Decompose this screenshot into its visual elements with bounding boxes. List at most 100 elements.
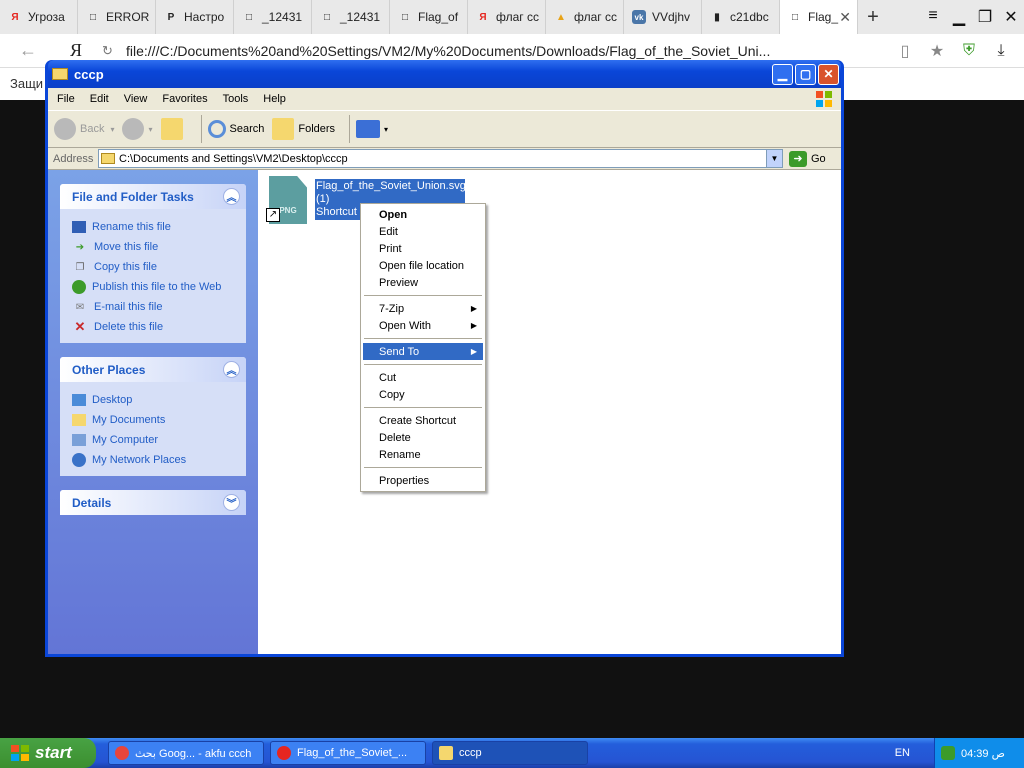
restore-icon[interactable]: ❐ (972, 7, 998, 27)
menu-item-open[interactable]: Open (363, 206, 483, 223)
folders-button[interactable]: Folders (272, 118, 335, 140)
browser-tab-active[interactable]: □ Flag_ ✕ (780, 0, 858, 34)
reader-mode-icon[interactable]: ▯ (896, 41, 914, 61)
download-icon[interactable]: ⤓ (992, 41, 1010, 61)
bookmark-star-icon[interactable]: ★ (928, 41, 946, 61)
collapse-chevron-icon[interactable]: ︽ (223, 188, 240, 205)
my-network-places-link[interactable]: My Network Places (72, 450, 234, 470)
address-field[interactable]: C:\Documents and Settings\VM2\Desktop\cc… (98, 149, 783, 168)
rename-file-link[interactable]: Rename this file (72, 217, 234, 237)
start-button[interactable]: start (0, 738, 96, 768)
menu-item-delete[interactable]: Delete (363, 429, 483, 446)
expand-chevron-icon[interactable]: ︾ (223, 494, 240, 511)
taskbar-task-chrome[interactable]: بحث Goog... - akfu ccch (108, 741, 264, 765)
search-button[interactable]: Search (207, 120, 264, 138)
menu-item-label: 7-Zip (379, 302, 405, 315)
menu-item-7zip[interactable]: 7-Zip ▶ (363, 300, 483, 317)
back-arrow-icon[interactable]: ← (0, 40, 56, 61)
menu-file[interactable]: File (57, 93, 75, 105)
email-file-link[interactable]: ✉ E-mail this file (72, 297, 234, 317)
browser-tab[interactable]: □ Flag_of (390, 0, 468, 34)
tray-shield-icon[interactable] (941, 746, 955, 760)
tab-close-icon[interactable]: ✕ (839, 9, 851, 26)
browser-tab[interactable]: □ _12431 (234, 0, 312, 34)
browser-tab[interactable]: Яфлаг сс (468, 0, 546, 34)
other-places-header[interactable]: Other Places ︽ (60, 357, 246, 382)
yandex-logo[interactable]: Я (56, 40, 96, 61)
browser-tab[interactable]: □ _12431 (312, 0, 390, 34)
my-documents-link[interactable]: My Documents (72, 410, 234, 430)
delete-file-link[interactable]: ✕ Delete this file (72, 317, 234, 337)
up-button[interactable] (160, 118, 187, 140)
menu-item-label: Send To (379, 345, 420, 358)
menu-item-cut[interactable]: Cut (363, 369, 483, 386)
address-row: Address C:\Documents and Settings\VM2\De… (48, 148, 841, 170)
menu-help[interactable]: Help (263, 93, 286, 105)
menu-item-copy[interactable]: Copy (363, 386, 483, 403)
taskbar-task-yandex[interactable]: Flag_of_the_Soviet_... (270, 741, 426, 765)
close-icon[interactable]: ✕ (998, 7, 1024, 27)
menu-separator (364, 295, 482, 296)
browser-tab[interactable]: Я Угроза (0, 0, 78, 34)
browser-tab[interactable]: ▲ флаг сс (546, 0, 624, 34)
menu-tools[interactable]: Tools (223, 93, 249, 105)
forward-button[interactable]: ▾ (122, 118, 153, 140)
menu-item-create-shortcut[interactable]: Create Shortcut (363, 412, 483, 429)
move-file-link[interactable]: ➔ Move this file (72, 237, 234, 257)
menu-item-edit[interactable]: Edit (363, 223, 483, 240)
email-icon: ✉ (75, 301, 85, 313)
copy-file-link[interactable]: ❐ Copy this file (72, 257, 234, 277)
reload-icon[interactable]: ↻ (102, 43, 126, 59)
menu-item-open-with[interactable]: Open With ▶ (363, 317, 483, 334)
new-tab-button[interactable]: + (858, 6, 888, 29)
desktop-link[interactable]: Desktop (72, 390, 234, 410)
my-computer-link[interactable]: My Computer (72, 430, 234, 450)
maximize-button[interactable]: ▢ (795, 63, 816, 85)
close-button[interactable]: ✕ (818, 63, 839, 85)
collapse-chevron-icon[interactable]: ︽ (223, 361, 240, 378)
submenu-arrow-icon: ▶ (470, 347, 477, 356)
back-label: Back (80, 123, 105, 135)
back-button[interactable]: Back ▾ (54, 118, 114, 140)
image-icon: ▲ (556, 11, 566, 23)
menu-item-properties[interactable]: Properties (363, 472, 483, 489)
browser-tab[interactable]: vk VVdjhv (624, 0, 702, 34)
clock[interactable]: 04:39 ص (961, 747, 1005, 760)
menu-edit[interactable]: Edit (90, 93, 109, 105)
menu-item-rename[interactable]: Rename (363, 446, 483, 463)
link-label: My Network Places (92, 454, 187, 466)
tab-label: _12431 (262, 10, 303, 24)
copy-icon: ❐ (75, 261, 85, 273)
window-titlebar[interactable]: cccp ▁ ▢ ✕ (48, 60, 841, 88)
folder-icon (439, 746, 453, 760)
menu-icon[interactable]: ≡ (920, 7, 946, 27)
publish-file-link[interactable]: Publish this file to the Web (72, 277, 234, 297)
file-tasks-header[interactable]: File and Folder Tasks ︽ (60, 184, 246, 209)
address-dropdown-icon[interactable]: ▼ (766, 150, 782, 167)
menu-item-print[interactable]: Print (363, 240, 483, 257)
globe-icon (72, 280, 86, 294)
search-icon (207, 120, 226, 138)
language-indicator[interactable]: EN (895, 747, 910, 759)
taskbar-task-explorer[interactable]: cccp (432, 741, 588, 765)
menu-favorites[interactable]: Favorites (162, 93, 207, 105)
browser-tab[interactable]: ▮ c21dbc (702, 0, 780, 34)
browser-tab[interactable]: P Настро (156, 0, 234, 34)
file-list-area[interactable]: PNG ↗ Flag_of_the_Soviet_Union.svg (1) S… (258, 170, 841, 654)
menu-item-open-file-location[interactable]: Open file location (363, 257, 483, 274)
menu-separator (364, 364, 482, 365)
menu-view[interactable]: View (124, 93, 148, 105)
details-header[interactable]: Details ︾ (60, 490, 246, 515)
views-button[interactable]: ▾ (356, 120, 388, 138)
menu-item-preview[interactable]: Preview (363, 274, 483, 291)
go-button[interactable]: ➜ Go (789, 150, 826, 167)
minimize-button[interactable]: ▁ (772, 63, 793, 85)
bar-chart-icon: ▮ (714, 11, 720, 23)
browser-tab[interactable]: □ ERROR (78, 0, 156, 34)
link-label: My Computer (92, 434, 159, 446)
protect-shield-icon[interactable]: ⛨ (960, 41, 978, 61)
menu-item-send-to[interactable]: Send To ▶ (363, 343, 483, 360)
minimize-icon[interactable]: ▁ (946, 7, 972, 27)
url-text: file:///C:/Documents%20and%20Settings/VM… (126, 42, 771, 59)
start-label: start (35, 743, 72, 762)
